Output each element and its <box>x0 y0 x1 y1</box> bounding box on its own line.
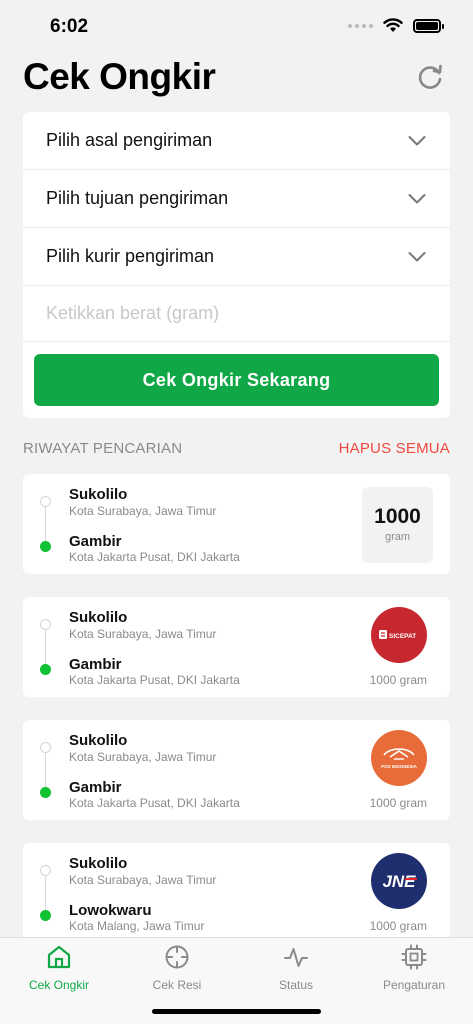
battery-icon <box>413 18 444 33</box>
origin-region: Kota Surabaya, Jawa Timur <box>69 873 217 887</box>
status-bar: 6:02 <box>0 0 473 50</box>
home-indicator <box>152 1009 321 1014</box>
check-shipping-button[interactable]: Cek Ongkir Sekarang <box>34 354 439 406</box>
weight-label: 1000 gram <box>369 673 427 687</box>
tab-label: Cek Ongkir <box>28 978 90 992</box>
tab-cek-resi[interactable]: Cek Resi <box>118 944 236 992</box>
tab-cek-ongkir[interactable]: Cek Ongkir <box>0 944 118 992</box>
weight-input[interactable] <box>46 303 427 324</box>
destination-dot <box>40 787 51 798</box>
origin-label: Pilih asal pengiriman <box>46 130 213 150</box>
history-item[interactable]: Sukolilo Kota Surabaya, Jawa Timur Gambi… <box>23 720 450 820</box>
weight-badge: 1000 gram <box>362 487 433 563</box>
svg-text:POS INDONESIA: POS INDONESIA <box>381 764 418 769</box>
origin-name: Sukolilo <box>69 732 128 749</box>
history-item[interactable]: Sukolilo Kota Surabaya, Jawa Timur Gambi… <box>23 597 450 697</box>
pos-indonesia-logo: POS INDONESIA <box>371 730 427 786</box>
weight-value: 1000 <box>374 505 421 528</box>
route-line <box>45 501 46 546</box>
chevron-down-icon <box>408 135 426 145</box>
tab-label: Cek Resi <box>152 978 202 992</box>
destination-name: Lowokwaru <box>69 902 152 919</box>
history-item[interactable]: Sukolilo Kota Surabaya, Jawa Timur Lowok… <box>23 843 450 937</box>
tab-label: Pengaturan <box>382 978 446 992</box>
svg-text:SICEPAT: SICEPAT <box>389 633 416 640</box>
courier-select[interactable]: Pilih kurir pengiriman <box>23 228 450 286</box>
destination-name: Gambir <box>69 533 122 550</box>
shipping-form: Pilih asal pengiriman Pilih tujuan pengi… <box>23 112 450 418</box>
signal-icon <box>348 23 373 28</box>
destination-label: Pilih tujuan pengiriman <box>46 188 229 208</box>
tab-status[interactable]: Status <box>237 944 355 992</box>
tab-label: Status <box>278 978 314 992</box>
origin-name: Sukolilo <box>69 486 128 503</box>
origin-dot <box>40 742 51 753</box>
destination-name: Gambir <box>69 779 122 796</box>
origin-region: Kota Surabaya, Jawa Timur <box>69 627 217 641</box>
weight-unit: gram <box>384 531 411 543</box>
svg-text:JNE: JNE <box>382 872 416 891</box>
weight-label: 1000 gram <box>369 919 427 933</box>
weight-row <box>23 286 450 342</box>
courier-label: Pilih kurir pengiriman <box>46 246 215 266</box>
sicepat-logo: SICEPAT <box>371 607 427 663</box>
origin-dot <box>40 619 51 630</box>
route-line <box>45 624 46 669</box>
destination-region: Kota Jakarta Pusat, DKI Jakarta <box>69 673 240 687</box>
history-header: RIWAYAT PENCARIAN HAPUS SEMUA <box>23 440 450 457</box>
destination-dot <box>40 910 51 921</box>
crosshair-icon <box>165 945 189 969</box>
page-title: Cek Ongkir <box>23 56 216 97</box>
chevron-down-icon <box>408 193 426 203</box>
origin-select[interactable]: Pilih asal pengiriman <box>23 112 450 170</box>
destination-region: Kota Malang, Jawa Timur <box>69 919 205 933</box>
activity-icon <box>284 948 308 967</box>
weight-label: 1000 gram <box>369 796 427 810</box>
tab-pengaturan[interactable]: Pengaturan <box>355 944 473 992</box>
status-icons <box>348 18 444 33</box>
cpu-icon <box>401 944 427 970</box>
destination-region: Kota Jakarta Pusat, DKI Jakarta <box>69 796 240 810</box>
origin-dot <box>40 865 51 876</box>
origin-name: Sukolilo <box>69 609 128 626</box>
origin-region: Kota Surabaya, Jawa Timur <box>69 504 217 518</box>
destination-region: Kota Jakarta Pusat, DKI Jakarta <box>69 550 240 564</box>
destination-dot <box>40 664 51 675</box>
destination-name: Gambir <box>69 656 122 673</box>
home-icon <box>47 945 71 969</box>
history-item[interactable]: Sukolilo Kota Surabaya, Jawa Timur Gambi… <box>23 474 450 574</box>
jne-logo: JNE <box>371 853 427 909</box>
route-line <box>45 870 46 915</box>
destination-select[interactable]: Pilih tujuan pengiriman <box>23 170 450 228</box>
history-title: RIWAYAT PENCARIAN <box>23 440 183 457</box>
clear-all-button[interactable]: HAPUS SEMUA <box>339 440 450 457</box>
destination-dot <box>40 541 51 552</box>
origin-dot <box>40 496 51 507</box>
origin-name: Sukolilo <box>69 855 128 872</box>
wifi-icon <box>383 18 403 32</box>
chevron-down-icon <box>408 251 426 261</box>
refresh-icon[interactable] <box>415 62 445 92</box>
status-time: 6:02 <box>50 16 89 37</box>
origin-region: Kota Surabaya, Jawa Timur <box>69 750 217 764</box>
route-line <box>45 747 46 792</box>
